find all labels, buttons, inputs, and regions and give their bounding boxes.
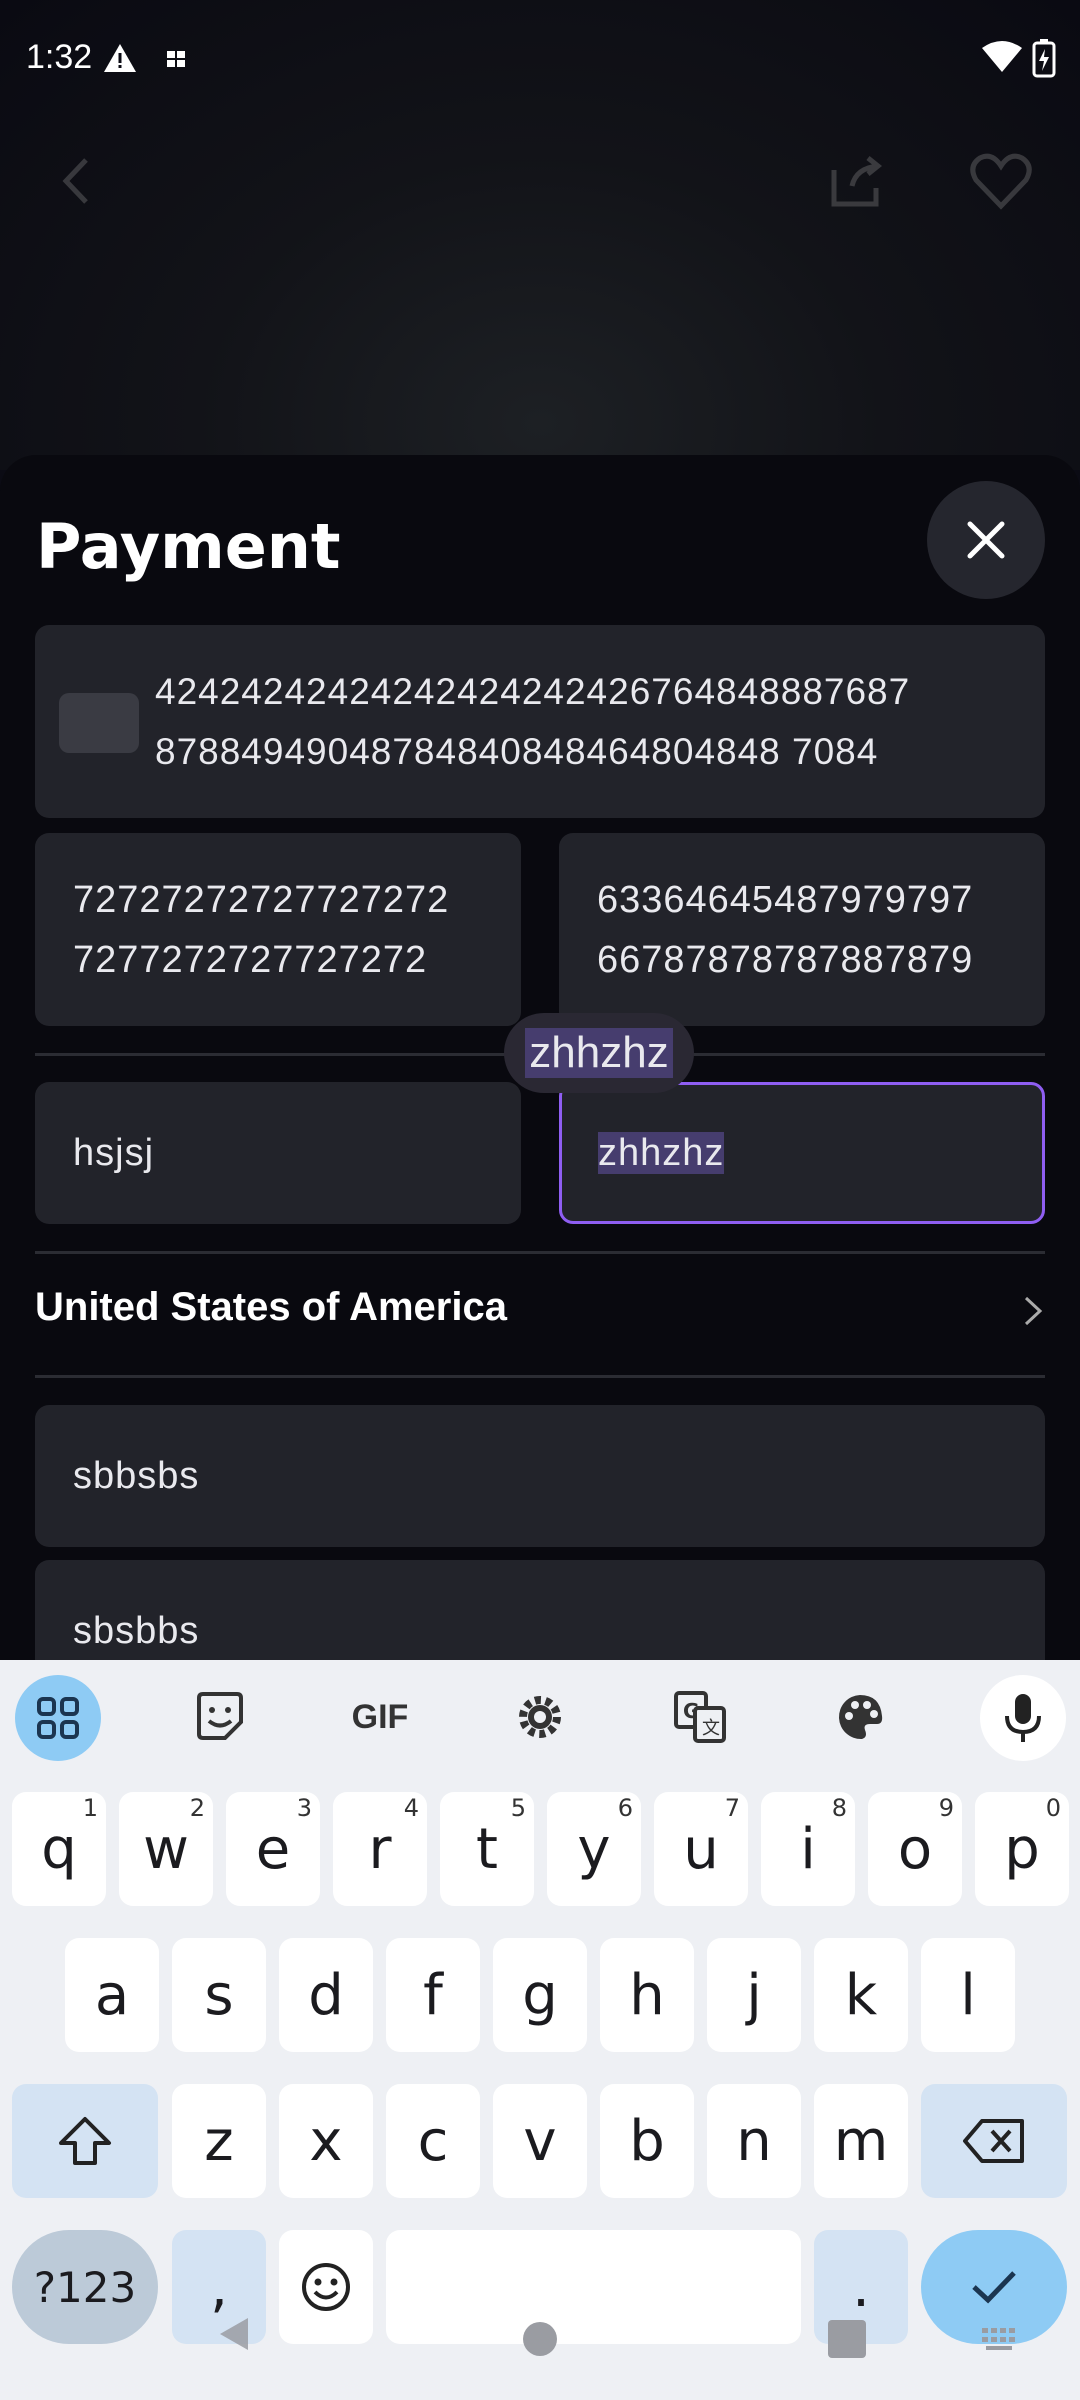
shift-key[interactable] bbox=[12, 2084, 158, 2198]
share-icon[interactable] bbox=[822, 146, 892, 216]
key-c[interactable]: c bbox=[386, 2084, 480, 2198]
card-number-value: 42424242424242424242426764848887687 8788… bbox=[155, 670, 911, 772]
palette-icon bbox=[838, 1695, 883, 1740]
key-i[interactable]: i8 bbox=[761, 1792, 855, 1906]
theme-button[interactable] bbox=[818, 1675, 902, 1759]
nav-back-icon[interactable] bbox=[214, 2314, 254, 2354]
gif-button[interactable]: GIF bbox=[338, 1675, 422, 1759]
selection-popup[interactable]: zhhzhz bbox=[504, 1013, 694, 1093]
first-name-value: hsjsj bbox=[73, 1132, 155, 1174]
card-brand-icon bbox=[59, 693, 139, 753]
divider bbox=[35, 1375, 1045, 1378]
sheet-title: Payment bbox=[36, 510, 341, 583]
status-bar: 1:32 bbox=[0, 0, 1080, 120]
key-m[interactable]: m bbox=[814, 2084, 908, 2198]
country-value: United States of America bbox=[35, 1285, 507, 1329]
expiry-field[interactable]: 72727272727727272 7277272727727272 bbox=[35, 833, 521, 1026]
keyboard-switch-icon[interactable] bbox=[982, 2328, 1022, 2352]
key-k[interactable]: k bbox=[814, 1938, 908, 2052]
key-d[interactable]: d bbox=[279, 1938, 373, 2052]
last-name-field[interactable]: zhhzhz bbox=[559, 1082, 1045, 1224]
key-y[interactable]: y6 bbox=[547, 1792, 641, 1906]
key-v[interactable]: v bbox=[493, 2084, 587, 2198]
nav-recents-icon[interactable] bbox=[828, 2320, 866, 2358]
card-number-field[interactable]: 42424242424242424242426764848887687 8788… bbox=[35, 625, 1045, 818]
translate-button[interactable]: G 文 bbox=[658, 1675, 742, 1759]
check-icon bbox=[972, 2271, 1016, 2304]
settings-icon bbox=[519, 1696, 561, 1738]
nav-home-icon[interactable] bbox=[523, 2322, 557, 2356]
done-key[interactable] bbox=[921, 2230, 1067, 2344]
last-name-value: zhhzhz bbox=[598, 1132, 725, 1174]
address-line1-field[interactable]: sbbsbs bbox=[35, 1405, 1045, 1547]
emoji-key[interactable] bbox=[279, 2230, 373, 2344]
key-b[interactable]: b bbox=[600, 2084, 694, 2198]
apps-grid-button[interactable] bbox=[15, 1675, 101, 1761]
close-button[interactable] bbox=[927, 481, 1045, 599]
shift-icon bbox=[59, 2117, 111, 2165]
mic-icon bbox=[1005, 1694, 1041, 1742]
key-n[interactable]: n bbox=[707, 2084, 801, 2198]
key-t[interactable]: t5 bbox=[440, 1792, 534, 1906]
key-e[interactable]: e3 bbox=[226, 1792, 320, 1906]
screen: { "status_bar": { "time": "1:32" }, "she… bbox=[0, 0, 1080, 2400]
key-p[interactable]: p0 bbox=[975, 1792, 1069, 1906]
key-x[interactable]: x bbox=[279, 2084, 373, 2198]
chevron-right-icon bbox=[1024, 1296, 1043, 1326]
key-f[interactable]: f bbox=[386, 1938, 480, 2052]
key-u[interactable]: u7 bbox=[654, 1792, 748, 1906]
cvc-value: 63364645487979797 66787878787887879 bbox=[597, 878, 974, 981]
country-selector[interactable]: United States of America bbox=[35, 1285, 1045, 1341]
space-bar[interactable] bbox=[386, 2230, 801, 2344]
key-o[interactable]: o9 bbox=[868, 1792, 962, 1906]
key-h[interactable]: h bbox=[600, 1938, 694, 2052]
key-j[interactable]: j bbox=[707, 1938, 801, 2052]
key-l[interactable]: l bbox=[921, 1938, 1015, 2052]
wifi-icon bbox=[982, 41, 1022, 72]
emoji-icon bbox=[302, 2263, 350, 2311]
battery-icon bbox=[1032, 39, 1056, 78]
divider bbox=[35, 1251, 1045, 1254]
back-icon[interactable] bbox=[44, 146, 114, 216]
apps-grid-icon bbox=[37, 1697, 79, 1739]
notification-icon bbox=[167, 51, 185, 67]
selection-popup-text: zhhzhz bbox=[525, 1028, 673, 1078]
translate-icon: G 文 bbox=[674, 1691, 726, 1743]
key-w[interactable]: w2 bbox=[119, 1792, 213, 1906]
key-a[interactable]: a bbox=[65, 1938, 159, 2052]
warning-icon bbox=[104, 44, 136, 72]
favorite-icon[interactable] bbox=[966, 146, 1036, 216]
voice-input-button[interactable] bbox=[980, 1675, 1066, 1761]
first-name-field[interactable]: hsjsj bbox=[35, 1082, 521, 1224]
backspace-key[interactable] bbox=[921, 2084, 1067, 2198]
symbols-key[interactable]: ?123 bbox=[12, 2230, 158, 2344]
sticker-icon bbox=[197, 1692, 243, 1740]
cvc-field[interactable]: 63364645487979797 66787878787887879 bbox=[559, 833, 1045, 1026]
close-icon bbox=[967, 521, 1005, 559]
backspace-icon bbox=[963, 2119, 1024, 2163]
key-s[interactable]: s bbox=[172, 1938, 266, 2052]
expiry-value: 72727272727727272 7277272727727272 bbox=[73, 878, 450, 981]
status-time: 1:32 bbox=[26, 38, 93, 76]
key-r[interactable]: r4 bbox=[333, 1792, 427, 1906]
key-q[interactable]: q1 bbox=[12, 1792, 106, 1906]
svg-text:文: 文 bbox=[702, 1718, 720, 1739]
sticker-button[interactable] bbox=[178, 1675, 262, 1759]
address-line2-value: sbsbbs bbox=[73, 1610, 200, 1652]
key-z[interactable]: z bbox=[172, 2084, 266, 2198]
key-g[interactable]: g bbox=[493, 1938, 587, 2052]
settings-button[interactable] bbox=[498, 1675, 582, 1759]
address-line1-value: sbbsbs bbox=[73, 1455, 200, 1497]
